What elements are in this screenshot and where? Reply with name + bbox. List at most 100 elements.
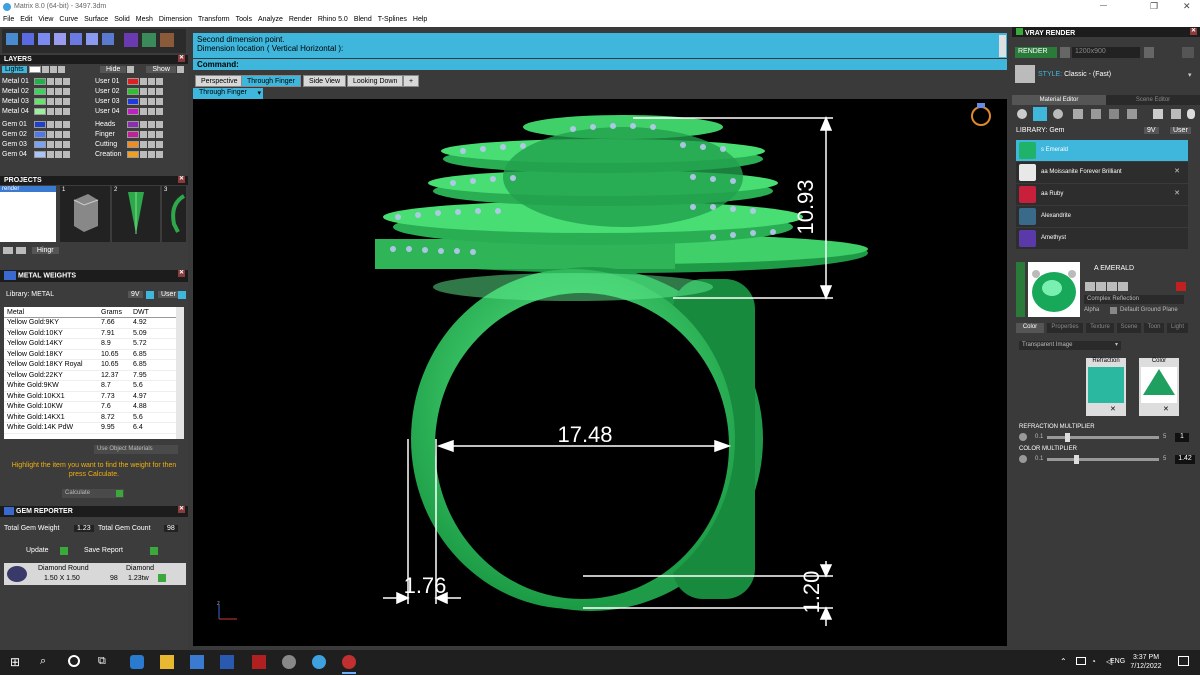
- refraction-value[interactable]: 1: [1175, 433, 1189, 442]
- preview-collapse[interactable]: [1016, 262, 1025, 317]
- viewport[interactable]: 10.93 17.48 1.76 1.20 z: [193, 99, 1007, 646]
- material-item[interactable]: Alexandrite: [1016, 206, 1188, 227]
- gem-tool-icon[interactable]: [160, 33, 174, 47]
- material-item[interactable]: aa Moissanite Forever Brilliant ✕: [1016, 162, 1188, 183]
- menu-transform[interactable]: Transform: [195, 14, 233, 23]
- table-row[interactable]: Yellow Gold:22KY 12.37 7.95: [4, 370, 176, 381]
- tab-toon[interactable]: Toon: [1144, 323, 1164, 333]
- color-slot[interactable]: Color ✕: [1139, 358, 1179, 416]
- remove-icon[interactable]: ✕: [1163, 405, 1169, 413]
- project-slot[interactable]: 1: [60, 186, 110, 242]
- layer-row[interactable]: User 02: [95, 88, 163, 98]
- menu-curve[interactable]: Curve: [56, 14, 81, 23]
- material-item[interactable]: s Emerald: [1016, 140, 1188, 161]
- table-row[interactable]: Yellow Gold:18KY 10.65 6.85: [4, 349, 176, 360]
- material-item[interactable]: aa Ruby ✕: [1016, 184, 1188, 205]
- color-slider[interactable]: [1047, 458, 1159, 461]
- menu-surface[interactable]: Surface: [81, 14, 111, 23]
- table-row[interactable]: White Gold:14K PdW 9.95 6.4: [4, 422, 176, 434]
- toggle-user[interactable]: User: [158, 291, 179, 298]
- table-row[interactable]: White Gold:10KW 7.6 4.88: [4, 401, 176, 413]
- table-row[interactable]: White Gold:10KX1 7.73 4.97: [4, 391, 176, 402]
- reflection-select[interactable]: Complex Reflection: [1084, 295, 1184, 304]
- view-selector[interactable]: Through Finger ▾: [193, 88, 263, 99]
- table-row[interactable]: Yellow Gold:14KY 8.9 5.72: [4, 338, 176, 350]
- render-tool-icon[interactable]: [124, 33, 138, 47]
- table-scrollbar[interactable]: [176, 307, 184, 439]
- gem-report-row[interactable]: Diamond Round 1.50 X 1.50 Diamond 98 1.2…: [4, 563, 186, 585]
- grid-icon[interactable]: [1109, 109, 1119, 119]
- camera-tool-icon[interactable]: [102, 33, 114, 45]
- table-row[interactable]: Yellow Gold:18KY Royal 10.65 6.85: [4, 359, 176, 371]
- update-button[interactable]: Update: [26, 547, 70, 556]
- transparency-select[interactable]: Transparent Image ▾: [1019, 341, 1121, 350]
- layer-row[interactable]: Gem 02: [2, 131, 70, 141]
- start-icon[interactable]: ⊞: [10, 655, 24, 669]
- menu-help[interactable]: Help: [410, 14, 430, 23]
- clock-date[interactable]: 7/12/2022: [1128, 663, 1164, 670]
- mesh-tool-icon[interactable]: [142, 33, 156, 47]
- table-row[interactable]: White Gold:9KW 8.7 5.6: [4, 380, 176, 392]
- project-slot[interactable]: 3: [162, 186, 186, 242]
- drop-icon[interactable]: [1017, 109, 1027, 119]
- library-icon[interactable]: [1127, 109, 1137, 119]
- project-slot[interactable]: 2: [112, 186, 160, 242]
- menu-file[interactable]: File: [0, 14, 17, 23]
- network-icon[interactable]: ◔: [1091, 657, 1096, 666]
- filter-tool-icon[interactable]: [70, 33, 82, 45]
- import-icon[interactable]: [1153, 109, 1163, 119]
- calculate-button[interactable]: Calculate: [62, 489, 124, 498]
- table-row[interactable]: Yellow Gold:9KY 7.66 4.92: [4, 317, 176, 329]
- hide-button[interactable]: Hide: [100, 66, 127, 74]
- menu-edit[interactable]: Edit: [17, 14, 35, 23]
- menu-render[interactable]: Render: [286, 14, 315, 23]
- command-line[interactable]: Command:: [193, 59, 1007, 70]
- camera-icon[interactable]: [1060, 47, 1070, 58]
- chrome-icon[interactable]: [342, 655, 356, 669]
- ground-plane-select[interactable]: Default Ground Plane: [1120, 307, 1178, 313]
- render-button[interactable]: RENDER: [1015, 47, 1057, 58]
- layer-row[interactable]: User 03: [95, 98, 163, 108]
- toggle-9v[interactable]: 9V: [128, 291, 143, 298]
- mail-icon[interactable]: [220, 655, 234, 669]
- layer-row[interactable]: User 01: [95, 78, 163, 88]
- grid-tool-icon[interactable]: [6, 33, 18, 45]
- menu-tools[interactable]: Tools: [233, 14, 255, 23]
- resolution-field[interactable]: 1200x900: [1072, 47, 1140, 58]
- app-icon[interactable]: [282, 655, 296, 669]
- layer-row[interactable]: Metal 02: [2, 88, 70, 98]
- close-icon[interactable]: ✕: [178, 55, 185, 62]
- layer-row[interactable]: Heads: [95, 121, 163, 131]
- add-tab-button[interactable]: +: [403, 75, 420, 87]
- task-view-icon[interactable]: ⧉: [98, 655, 112, 669]
- table-row[interactable]: White Gold:14KX1 8.72 5.6: [4, 412, 176, 423]
- menu-blend[interactable]: Blend: [351, 14, 375, 23]
- project-item[interactable]: render: [0, 186, 56, 192]
- show-button[interactable]: Show: [146, 66, 176, 74]
- tool-icon[interactable]: [1096, 282, 1106, 291]
- cortana-icon[interactable]: [68, 655, 80, 667]
- tool-icon[interactable]: [1085, 282, 1095, 291]
- menu-analyze[interactable]: Analyze: [255, 14, 286, 23]
- tray-icon[interactable]: [1076, 657, 1086, 665]
- tab-scene[interactable]: Scene: [1117, 323, 1141, 333]
- hinge-button[interactable]: Hingr: [31, 247, 59, 255]
- layer-row[interactable]: Gem 03: [2, 141, 70, 151]
- delete-icon[interactable]: [1176, 282, 1186, 291]
- tray-chevron-icon[interactable]: ⌃: [1060, 657, 1067, 666]
- object-tool-icon[interactable]: [38, 33, 50, 45]
- toggle-user[interactable]: User: [1170, 127, 1191, 134]
- menu-mesh[interactable]: Mesh: [133, 14, 156, 23]
- gem-row-action-icon[interactable]: [158, 574, 166, 582]
- app-icon[interactable]: [252, 655, 266, 669]
- material-item[interactable]: Amethyst: [1016, 228, 1188, 249]
- menu-view[interactable]: View: [35, 14, 56, 23]
- edge-icon[interactable]: [130, 655, 144, 669]
- layer-row[interactable]: Metal 04: [2, 108, 70, 118]
- save-report-button[interactable]: Save Report: [84, 547, 162, 556]
- tool-icon[interactable]: [1118, 282, 1128, 291]
- menu-tsplines[interactable]: T-Splines: [375, 14, 410, 23]
- language-indicator[interactable]: ENG: [1110, 658, 1125, 665]
- color-slider-thumb[interactable]: [1074, 455, 1079, 464]
- clock-time[interactable]: 3:37 PM: [1132, 654, 1160, 661]
